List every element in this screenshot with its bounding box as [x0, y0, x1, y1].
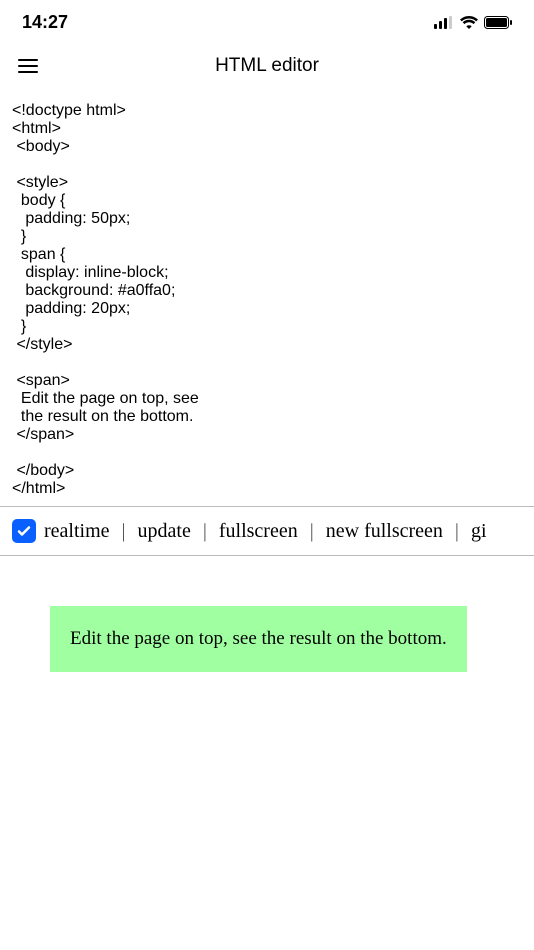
toolbar-separator: | — [203, 520, 207, 543]
toolbar-separator: | — [455, 520, 459, 543]
status-icons — [434, 16, 512, 29]
battery-icon — [484, 16, 512, 29]
menu-icon[interactable] — [18, 59, 38, 74]
app-header: HTML editor — [0, 44, 534, 88]
status-time: 14:27 — [22, 12, 68, 33]
page-title: HTML editor — [215, 55, 319, 77]
realtime-button[interactable]: realtime — [44, 520, 110, 543]
toolbar: realtime | update | fullscreen | new ful… — [0, 506, 534, 556]
code-editor[interactable]: <!doctype html> <html> <body> <style> bo… — [0, 88, 534, 506]
toolbar-separator: | — [122, 520, 126, 543]
preview-pane: Edit the page on top, see the result on … — [0, 556, 534, 722]
status-bar: 14:27 — [0, 0, 534, 44]
fullscreen-button[interactable]: fullscreen — [219, 520, 298, 543]
wifi-icon — [460, 16, 478, 29]
new-fullscreen-button[interactable]: new fullscreen — [326, 520, 443, 543]
toolbar-separator: | — [310, 520, 314, 543]
gi-button[interactable]: gi — [471, 520, 487, 543]
cellular-signal-icon — [434, 16, 454, 29]
realtime-checkbox[interactable] — [12, 519, 36, 543]
preview-span: Edit the page on top, see the result on … — [50, 606, 467, 672]
update-button[interactable]: update — [138, 520, 191, 543]
